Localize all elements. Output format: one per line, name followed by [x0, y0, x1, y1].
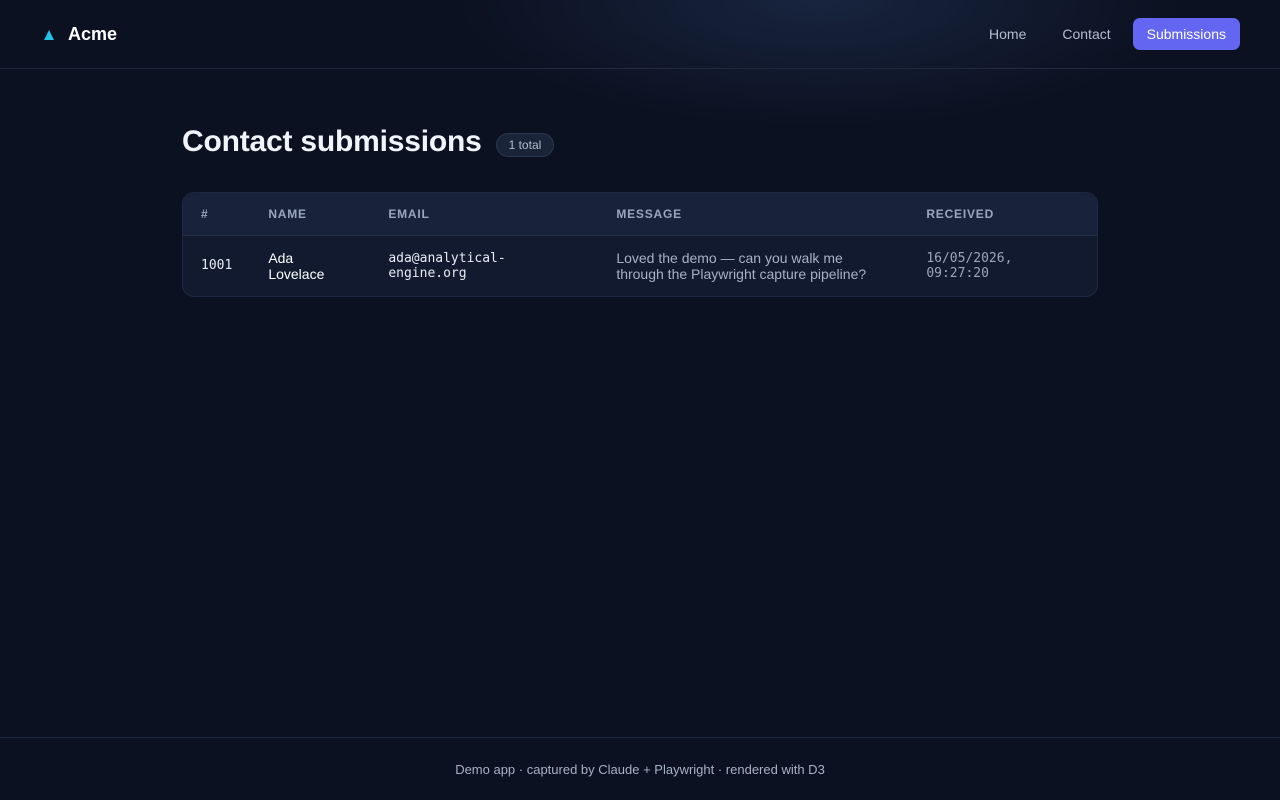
triangle-icon: ▲ — [40, 24, 58, 44]
footer: Demo app · captured by Claude + Playwrig… — [0, 737, 1280, 800]
brand-name: Acme — [68, 23, 118, 44]
table-header: # NAME EMAIL MESSAGE RECEIVED — [183, 193, 1097, 236]
column-header-email[interactable]: EMAIL — [370, 193, 599, 236]
main-nav: Home Contact Submissions — [975, 18, 1240, 50]
column-header-message[interactable]: MESSAGE — [598, 193, 909, 236]
table-header-row: # NAME EMAIL MESSAGE RECEIVED — [183, 193, 1097, 236]
nav-link-home[interactable]: Home — [975, 18, 1040, 50]
column-header-received[interactable]: RECEIVED — [908, 193, 1097, 236]
nav-link-contact[interactable]: Contact — [1048, 18, 1124, 50]
main-content: Contact submissions 1 total # NAME EMAIL… — [182, 120, 1098, 297]
count-badge: 1 total — [495, 133, 555, 157]
footer-text: Demo app · captured by Claude + Playwrig… — [455, 761, 825, 777]
cell-email[interactable]: ada@analytical-engine.org — [370, 235, 598, 296]
nav-link-submissions[interactable]: Submissions — [1132, 18, 1240, 50]
cell-id: 1001 — [201, 258, 233, 273]
brand[interactable]: ▲ Acme — [40, 24, 117, 45]
table-row[interactable]: 1001 Ada Lovelace ada@analytical-engine.… — [183, 235, 1097, 296]
top-navbar: ▲ Acme Home Contact Submissions — [0, 0, 1280, 69]
column-header-name[interactable]: NAME — [250, 193, 371, 236]
submissions-table: # NAME EMAIL MESSAGE RECEIVED 1001 Ada L… — [183, 193, 1097, 296]
submissions-table-card: # NAME EMAIL MESSAGE RECEIVED 1001 Ada L… — [182, 192, 1098, 297]
page-title: Contact submissions — [182, 125, 482, 158]
title-row: Contact submissions 1 total — [182, 120, 1098, 164]
cell-message: Loved the demo — can you walk me through… — [616, 249, 867, 282]
cell-name: Ada Lovelace — [268, 249, 325, 282]
table-body: 1001 Ada Lovelace ada@analytical-engine.… — [183, 235, 1097, 296]
cell-received: 16/05/2026, 09:27:20 — [926, 250, 1013, 281]
column-header-id[interactable]: # — [183, 193, 251, 236]
